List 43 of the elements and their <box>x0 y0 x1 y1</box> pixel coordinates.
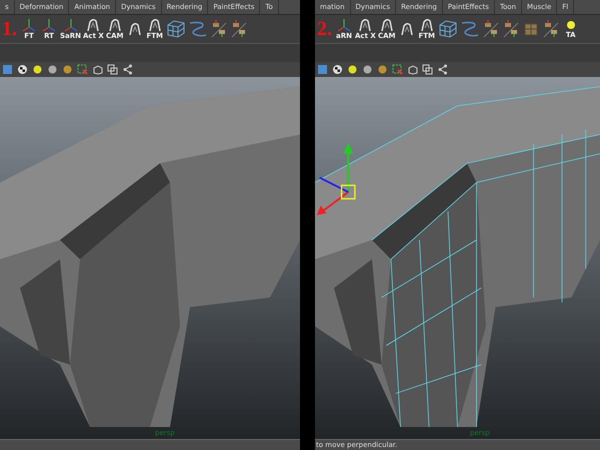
lattice-cube-icon <box>438 20 458 38</box>
script-icon <box>85 18 102 32</box>
script-icon <box>106 18 123 32</box>
axis-icon <box>336 18 352 32</box>
cube-icon[interactable] <box>407 64 418 75</box>
script-icon <box>378 18 395 32</box>
curve-icon <box>188 20 208 38</box>
share-icon[interactable] <box>437 64 448 75</box>
copy-icon[interactable] <box>422 64 433 75</box>
deform-tool-icon <box>482 20 500 38</box>
select-icon[interactable] <box>77 64 88 75</box>
copy-icon[interactable] <box>107 64 118 75</box>
sphere-icon[interactable] <box>362 64 373 75</box>
script-icon <box>146 18 163 32</box>
axis-icon <box>21 18 37 32</box>
sphere-icon[interactable] <box>377 64 388 75</box>
light-icon[interactable] <box>347 64 358 75</box>
script-icon <box>126 22 143 36</box>
light-icon[interactable] <box>32 64 43 75</box>
sphere-icon[interactable] <box>47 64 58 75</box>
axis-icon <box>41 18 57 32</box>
script-icon <box>418 18 435 32</box>
checker-icon[interactable] <box>17 64 28 75</box>
axis-icon <box>62 18 78 32</box>
deform-tool-icon <box>502 20 520 38</box>
cube-icon[interactable] <box>317 64 328 75</box>
cube-icon[interactable] <box>92 64 103 75</box>
share-icon[interactable] <box>122 64 133 75</box>
script-icon <box>398 22 415 36</box>
deform-tool-icon <box>210 20 228 38</box>
sphere-icon[interactable] <box>62 64 73 75</box>
deform-tool-icon <box>230 20 248 38</box>
light-bulb-icon <box>564 19 577 31</box>
checker-icon[interactable] <box>332 64 343 75</box>
curve-icon <box>460 20 480 38</box>
select-icon[interactable] <box>392 64 403 75</box>
step-number: 2. <box>317 18 332 40</box>
move-manipulator-icon <box>316 142 356 216</box>
deform-tool-icon <box>542 20 560 38</box>
cube-icon[interactable] <box>2 64 13 75</box>
script-icon <box>357 18 374 32</box>
lattice-cube-icon <box>166 20 186 38</box>
step-number: 1. <box>2 18 17 40</box>
